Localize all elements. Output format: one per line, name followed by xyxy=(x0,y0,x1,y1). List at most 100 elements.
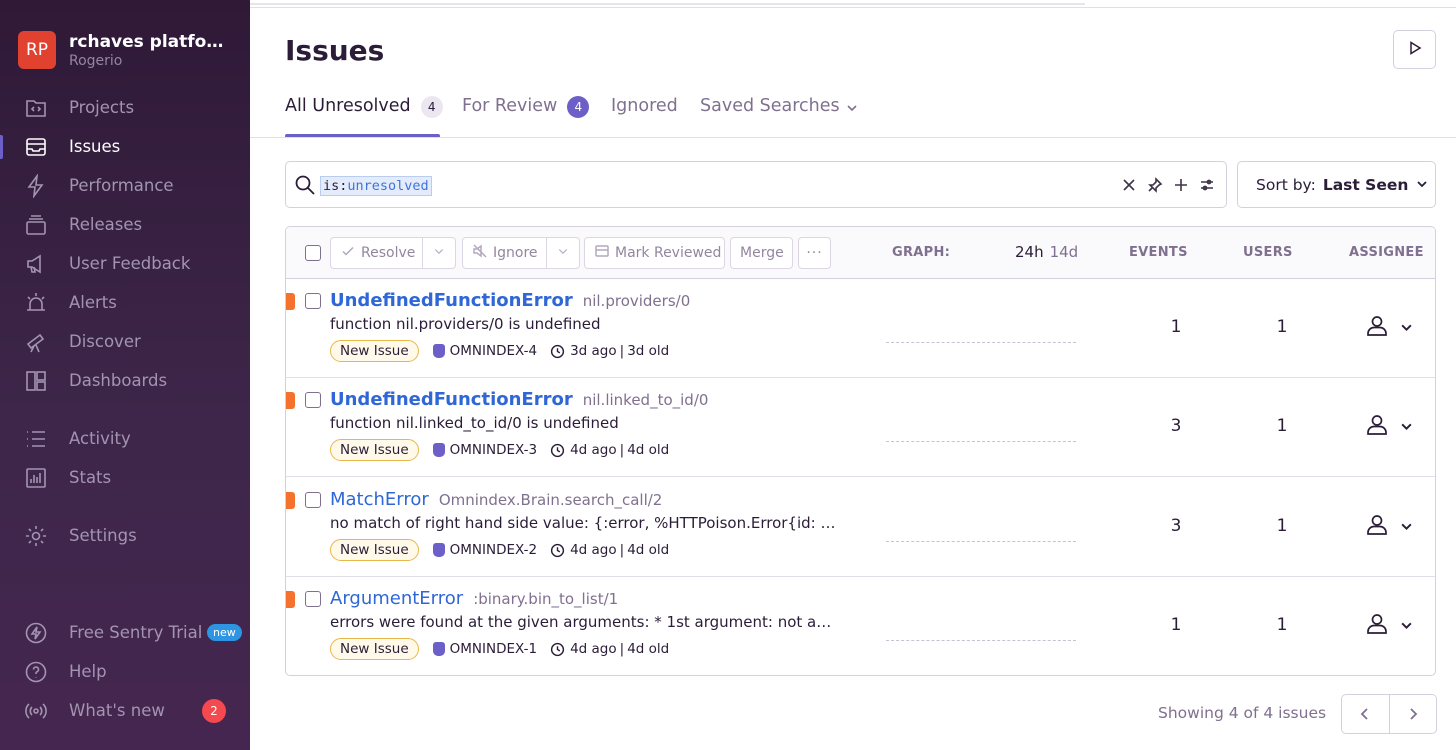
issue-checkbox[interactable] xyxy=(305,591,321,607)
sidebar-item-user-feedback[interactable]: User Feedback xyxy=(0,246,250,282)
sidebar-item-discover[interactable]: Discover xyxy=(0,324,250,360)
period-24h[interactable]: 24h xyxy=(1015,243,1044,261)
tab-label: For Review xyxy=(462,96,558,116)
issue-row[interactable]: UndefinedFunctionError nil.providers/0 fu… xyxy=(286,279,1435,378)
assignee-selector[interactable] xyxy=(1364,313,1413,343)
gear-icon xyxy=(24,524,48,548)
sidebar-item-releases[interactable]: Releases xyxy=(0,207,250,243)
issue-type-link[interactable]: UndefinedFunctionError xyxy=(330,290,573,311)
previous-page-button[interactable] xyxy=(1342,695,1389,733)
page-title: Issues xyxy=(285,34,385,67)
projects-icon xyxy=(24,96,48,120)
tab-all-unresolved[interactable]: All Unresolved 4 xyxy=(285,96,443,138)
sidebar-item-activity[interactable]: Activity xyxy=(0,421,250,457)
resolve-button[interactable]: Resolve xyxy=(330,237,423,269)
chevron-down-icon xyxy=(1390,319,1413,338)
clock-icon xyxy=(550,642,565,656)
sidebar-item-performance[interactable]: Performance xyxy=(0,168,250,204)
play-icon xyxy=(1408,40,1422,59)
sidebar-item-label: What's new xyxy=(69,701,165,720)
issue-message: errors were found at the given arguments… xyxy=(330,613,832,631)
chevron-down-icon xyxy=(1390,617,1413,636)
assignee-selector[interactable] xyxy=(1364,512,1413,542)
new-badge: new xyxy=(207,624,242,641)
add-search-icon[interactable] xyxy=(1172,176,1190,194)
users-count: 1 xyxy=(1276,516,1288,536)
status-badge: New Issue xyxy=(330,539,419,561)
issue-type-link[interactable]: UndefinedFunctionError xyxy=(330,389,573,410)
pagination-summary: Showing 4 of 4 issues xyxy=(1158,704,1327,722)
sidebar-item-label: Performance xyxy=(69,176,174,195)
issue-checkbox[interactable] xyxy=(305,392,321,408)
telescope-icon xyxy=(24,330,48,354)
lightning-circle-icon xyxy=(24,621,48,645)
users-count: 1 xyxy=(1276,416,1288,436)
clear-search-icon[interactable] xyxy=(1120,176,1138,194)
tab-for-review[interactable]: For Review 4 xyxy=(462,96,590,138)
chevron-down-icon xyxy=(1390,418,1413,437)
search-options-icon[interactable] xyxy=(1198,176,1216,194)
list-icon xyxy=(24,427,48,451)
sidebar-item-label: Projects xyxy=(69,98,135,117)
sidebar-item-projects[interactable]: Projects xyxy=(0,90,250,126)
pin-search-icon[interactable] xyxy=(1146,176,1164,194)
issue-times: 3d ago | 3d old xyxy=(550,343,669,359)
play-button[interactable] xyxy=(1393,30,1436,69)
issue-message: no match of right hand side value: {:err… xyxy=(330,514,836,532)
project-short-id[interactable]: OMNINDEX-3 xyxy=(432,442,537,458)
issue-location: nil.providers/0 xyxy=(582,292,691,310)
sidebar-item-settings[interactable]: Settings xyxy=(0,518,250,554)
issue-type-link[interactable]: ArgumentError xyxy=(330,588,463,609)
more-actions-button[interactable]: ··· xyxy=(798,237,831,269)
issue-checkbox[interactable] xyxy=(305,492,321,508)
inbox-icon xyxy=(594,243,615,263)
ignore-button[interactable]: Ignore xyxy=(462,237,547,269)
issue-meta: New Issue OMNINDEX-2 4d ago | 4d old xyxy=(330,539,669,561)
sidebar-item-stats[interactable]: Stats xyxy=(0,460,250,496)
select-all-checkbox[interactable] xyxy=(305,245,321,261)
issue-type-link[interactable]: MatchError xyxy=(330,489,429,510)
sidebar-item-free-trial[interactable]: Free Sentry Trial new xyxy=(0,615,250,651)
clock-icon xyxy=(550,344,565,358)
sidebar-item-whats-new[interactable]: What's new 2 xyxy=(0,693,250,729)
merge-button[interactable]: Merge xyxy=(730,237,793,269)
users-count: 1 xyxy=(1276,615,1288,635)
issues-icon xyxy=(24,135,48,159)
sidebar-item-issues[interactable]: Issues xyxy=(0,129,250,165)
issue-row[interactable]: MatchError Omnindex.Brain.search_call/2 n… xyxy=(286,478,1435,577)
project-short-id[interactable]: OMNINDEX-4 xyxy=(432,343,537,359)
period-14d[interactable]: 14d xyxy=(1050,243,1079,261)
sidebar-item-dashboards[interactable]: Dashboards xyxy=(0,363,250,399)
mark-reviewed-button[interactable]: Mark Reviewed xyxy=(584,237,725,269)
issue-title: UndefinedFunctionError nil.linked_to_id/0 xyxy=(330,389,708,410)
chevron-down-icon xyxy=(1390,518,1413,537)
issue-row[interactable]: ArgumentError:binary.bin_to_list/1 error… xyxy=(286,577,1435,675)
assignee-selector[interactable] xyxy=(1364,611,1413,641)
next-page-button[interactable] xyxy=(1388,695,1437,733)
tab-saved-searches[interactable]: Saved Searches xyxy=(700,96,858,138)
top-border xyxy=(250,0,1456,8)
project-short-id[interactable]: OMNINDEX-1 xyxy=(432,641,537,657)
sidebar-item-alerts[interactable]: Alerts xyxy=(0,285,250,321)
clock-icon xyxy=(550,443,565,457)
sidebar: RP rchaves platfor… Rogerio Projects Iss… xyxy=(0,0,250,750)
org-name: rchaves platfor… xyxy=(69,31,229,52)
search-token[interactable]: is:unresolved xyxy=(320,176,432,196)
events-count: 3 xyxy=(1170,516,1182,536)
tab-ignored[interactable]: Ignored xyxy=(611,96,678,138)
sort-dropdown[interactable]: Sort by: Last Seen xyxy=(1237,161,1436,208)
org-switcher[interactable]: RP rchaves platfor… Rogerio xyxy=(18,31,229,69)
sidebar-item-help[interactable]: Help xyxy=(0,654,250,690)
issue-age: 4d old xyxy=(627,442,670,458)
project-short-id[interactable]: OMNINDEX-2 xyxy=(432,542,537,558)
issue-checkbox[interactable] xyxy=(305,293,321,309)
help-icon xyxy=(24,660,48,684)
resolve-options-button[interactable] xyxy=(422,237,456,269)
issue-row[interactable]: UndefinedFunctionError nil.linked_to_id/0… xyxy=(286,378,1435,477)
search-input[interactable]: is:unresolved xyxy=(285,161,1227,208)
assignee-selector[interactable] xyxy=(1364,412,1413,442)
stats-icon xyxy=(24,466,48,490)
users-header: USERS xyxy=(1243,245,1293,260)
ignore-options-button[interactable] xyxy=(546,237,580,269)
chevron-down-icon xyxy=(846,99,858,119)
